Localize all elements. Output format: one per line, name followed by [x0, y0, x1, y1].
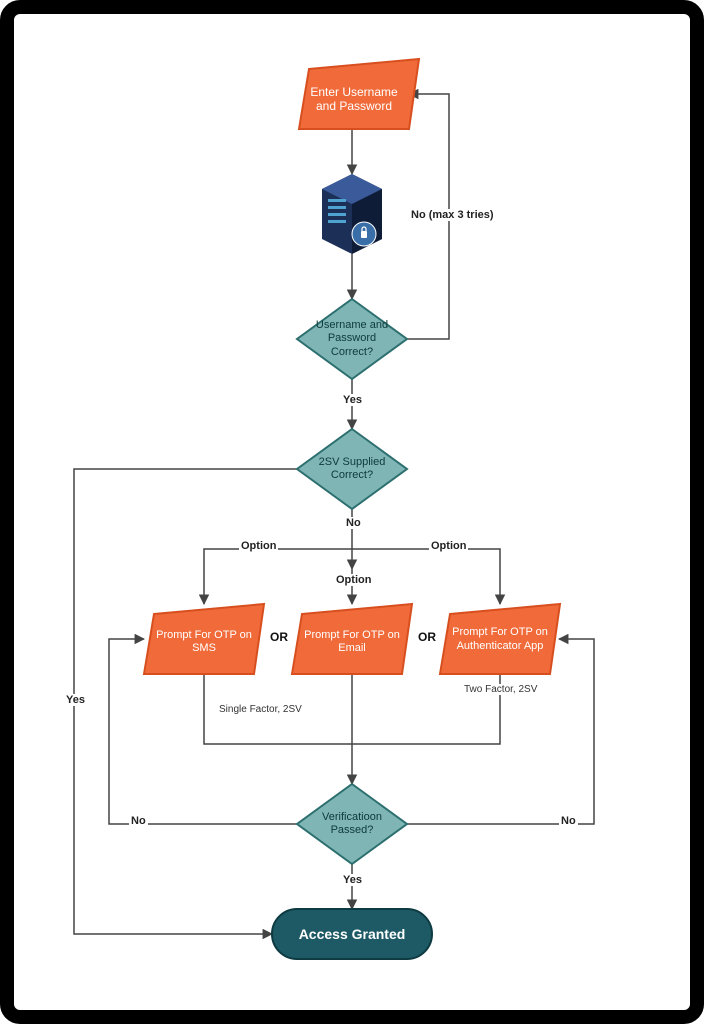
label-otp-app: Prompt For OTP on Authenticator App — [445, 612, 555, 667]
diagram-svg — [14, 14, 690, 1010]
label-verify: Verificatioon Passed? — [307, 807, 397, 841]
edge-option-c: Option — [334, 574, 373, 586]
edge-no-retry: No (max 3 tries) — [409, 209, 496, 221]
label-otp-email: Prompt For OTP on Email — [297, 617, 407, 667]
label-check: Username and Password Correct? — [307, 317, 397, 361]
edge-no-2sv: No — [344, 517, 363, 529]
edge-no-left: No — [129, 815, 148, 827]
edge-yes1: Yes — [341, 394, 364, 406]
edge-yes-2sv: Yes — [64, 694, 87, 706]
label-granted: Access Granted — [272, 909, 432, 959]
server-icon — [322, 174, 382, 254]
or-1: OR — [270, 630, 288, 644]
label-2sv: 2SV Supplied Correct? — [307, 451, 397, 487]
note-two-factor: Two Factor, 2SV — [464, 684, 537, 695]
or-2: OR — [418, 630, 436, 644]
label-otp-sms: Prompt For OTP on SMS — [149, 617, 259, 667]
edge-yes-verify: Yes — [341, 874, 364, 886]
note-single-factor: Single Factor, 2SV — [219, 704, 302, 715]
flowchart-canvas: Enter Username and Password Username and… — [0, 0, 704, 1024]
label-enter: Enter Username and Password — [304, 74, 404, 124]
edge-no-right: No — [559, 815, 578, 827]
edge-option-l: Option — [239, 540, 278, 552]
edge-option-r: Option — [429, 540, 468, 552]
